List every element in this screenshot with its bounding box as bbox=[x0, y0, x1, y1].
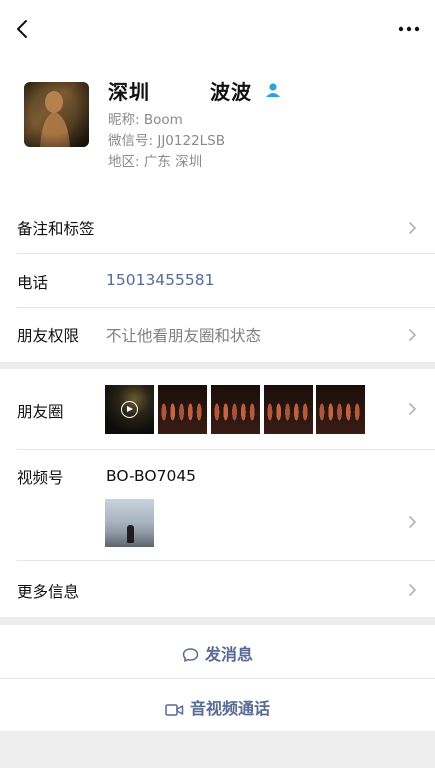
channels-video-thumbnail[interactable] bbox=[105, 499, 154, 547]
profile-section: 深圳 波波 昵称: Boom 微信号: JJ0122LSB 地区: 广东 深圳 bbox=[0, 0, 435, 200]
back-icon[interactable] bbox=[12, 18, 34, 40]
phone-row[interactable]: 电话 15013455581 bbox=[0, 254, 435, 307]
moments-photo[interactable] bbox=[316, 385, 365, 434]
chevron-right-icon bbox=[408, 402, 417, 416]
video-call-button[interactable]: 音视频通话 bbox=[0, 695, 435, 721]
play-icon bbox=[121, 401, 138, 418]
channels-label: 视频号 bbox=[17, 469, 64, 487]
nav-bar bbox=[0, 0, 435, 60]
video-call-label: 音视频通话 bbox=[189, 699, 270, 718]
chevron-right-icon bbox=[408, 328, 417, 342]
contact-name: 深圳 波波 bbox=[108, 76, 252, 105]
more-dots-icon[interactable] bbox=[397, 20, 421, 38]
name-first: 深圳 bbox=[108, 80, 150, 104]
permission-label: 朋友权限 bbox=[17, 327, 80, 345]
phone-label: 电话 bbox=[17, 274, 49, 292]
moments-label: 朋友圈 bbox=[17, 403, 64, 421]
person-icon bbox=[266, 83, 280, 97]
friend-permission-row[interactable]: 朋友权限 不让他看朋友圈和状态 bbox=[0, 308, 435, 362]
region-text: 地区: 广东 深圳 bbox=[108, 154, 203, 170]
more-info-label: 更多信息 bbox=[17, 583, 80, 601]
chevron-right-icon bbox=[408, 515, 417, 529]
contact-profile-page: 深圳 波波 昵称: Boom 微信号: JJ0122LSB 地区: 广东 深圳 备… bbox=[0, 0, 435, 768]
remarks-label: 备注和标签 bbox=[17, 220, 95, 238]
moments-photo[interactable] bbox=[264, 385, 313, 434]
chat-bubble-icon bbox=[182, 648, 199, 662]
actions-section: 发消息 音视频通话 bbox=[0, 625, 435, 731]
permission-value: 不让他看朋友圈和状态 bbox=[106, 327, 262, 345]
chevron-right-icon bbox=[408, 221, 417, 235]
phone-number[interactable]: 15013455581 bbox=[106, 271, 214, 289]
wechat-id-text: 微信号: JJ0122LSB bbox=[108, 133, 226, 149]
nickname-text: 昵称: Boom bbox=[108, 112, 183, 128]
more-info-row[interactable]: 更多信息 bbox=[0, 561, 435, 617]
divider bbox=[0, 678, 435, 679]
moments-photo[interactable] bbox=[105, 385, 154, 434]
channels-id: BO-BO7045 bbox=[106, 467, 197, 485]
chevron-right-icon bbox=[408, 583, 417, 597]
moments-photo[interactable] bbox=[211, 385, 260, 434]
moments-photo[interactable] bbox=[158, 385, 207, 434]
settings-section: 备注和标签 电话 15013455581 朋友权限 不让他看朋友圈和状态 bbox=[0, 200, 435, 362]
send-message-label: 发消息 bbox=[204, 645, 253, 664]
name-last: 波波 bbox=[210, 80, 252, 104]
channels-row[interactable]: 视频号 BO-BO7045 bbox=[0, 450, 435, 560]
video-camera-icon bbox=[165, 704, 184, 716]
remarks-row[interactable]: 备注和标签 bbox=[0, 200, 435, 253]
send-message-button[interactable]: 发消息 bbox=[0, 641, 435, 667]
avatar[interactable] bbox=[24, 82, 89, 147]
